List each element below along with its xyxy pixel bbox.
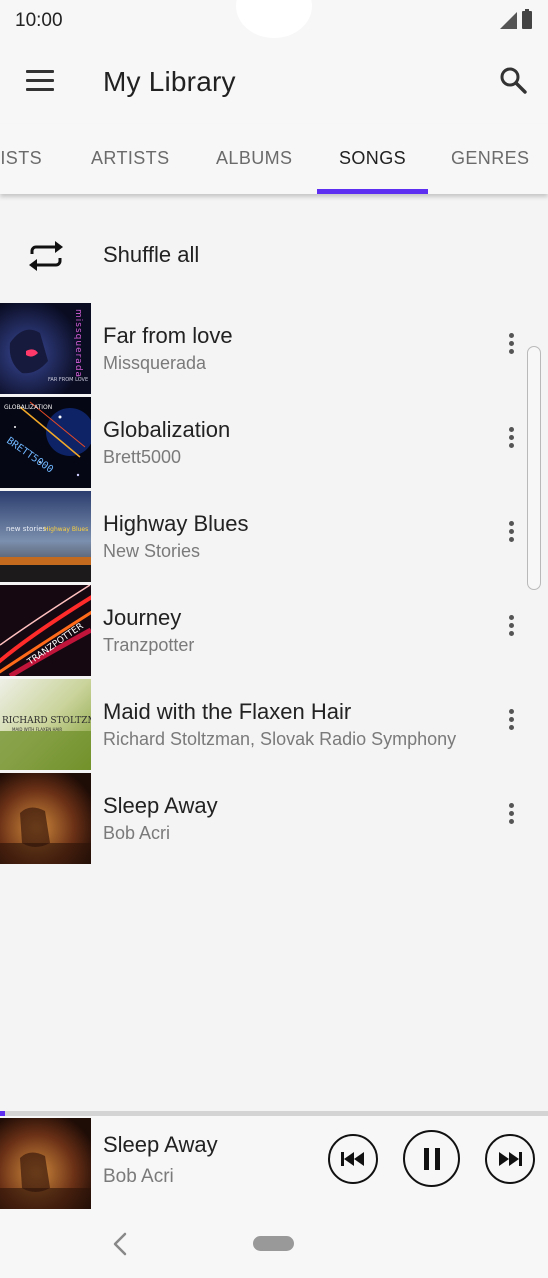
svg-text:new stories: new stories [6, 525, 46, 533]
more-options-icon[interactable] [499, 709, 523, 737]
now-playing-bar[interactable]: Sleep Away Bob Acri [0, 1116, 548, 1210]
svg-text:MAID WITH FLAXEN HAIR: MAID WITH FLAXEN HAIR [12, 727, 62, 732]
now-playing-cover [0, 1118, 91, 1209]
back-icon[interactable] [108, 1230, 132, 1258]
more-options-icon[interactable] [499, 427, 523, 455]
home-pill[interactable] [253, 1236, 294, 1251]
shuffle-repeat-icon [29, 241, 63, 271]
album-cover-maid-with-the-flaxen-hair: RICHARD STOLTZMAN MAID WITH FLAXEN HAIR [0, 679, 91, 770]
more-options-icon[interactable] [499, 615, 523, 643]
song-title: Highway Blues [103, 511, 249, 536]
library-tabs: LISTS ARTISTS ALBUMS SONGS GENRES [0, 124, 548, 194]
song-title: Globalization [103, 417, 231, 442]
signal-icon [500, 12, 517, 29]
song-artist: Missquerada [103, 353, 207, 373]
camera-notch [236, 0, 312, 38]
hamburger-icon[interactable] [26, 70, 54, 92]
tab-albums[interactable]: ALBUMS [216, 148, 292, 169]
battery-icon [522, 9, 532, 29]
svg-text:RICHARD STOLTZMAN: RICHARD STOLTZMAN [2, 716, 91, 726]
more-options-icon[interactable] [499, 803, 523, 831]
app-bar: My Library [0, 40, 548, 124]
svg-text:missquerada: missquerada [73, 309, 83, 378]
song-artist: Tranzpotter [103, 635, 195, 655]
song-row-sleep-away[interactable]: Sleep Away Bob Acri [0, 773, 548, 867]
now-playing-artist: Bob Acri [103, 1166, 174, 1187]
previous-button[interactable] [328, 1134, 378, 1184]
svg-text:FAR FROM LOVE: FAR FROM LOVE [48, 377, 88, 383]
album-cover-highway-blues: new stories Highway Blues [0, 491, 91, 582]
list-scrollbar[interactable] [527, 346, 541, 590]
song-row-maid-with-the-flaxen-hair[interactable]: RICHARD STOLTZMAN MAID WITH FLAXEN HAIR … [0, 679, 548, 773]
svg-text:Highway Blues: Highway Blues [44, 526, 88, 533]
tab-playlists[interactable]: LISTS [0, 148, 42, 169]
shuffle-all-label: Shuffle all [103, 242, 200, 267]
status-time: 10:00 [15, 10, 63, 31]
song-row-highway-blues[interactable]: new stories Highway Blues Highway Blues … [0, 491, 548, 585]
next-button[interactable] [485, 1134, 535, 1184]
song-title: Sleep Away [103, 793, 218, 818]
tab-genres[interactable]: GENRES [451, 148, 529, 169]
album-cover-globalization: GLOBALIZATION BRETT5000 [0, 397, 91, 488]
pause-button[interactable] [403, 1130, 460, 1187]
song-artist: Richard Stoltzman, Slovak Radio Symphony [103, 729, 457, 749]
system-nav-bar [0, 1210, 548, 1278]
active-tab-indicator [317, 189, 428, 194]
tab-songs[interactable]: SONGS [339, 148, 406, 169]
song-list[interactable]: Shuffle all missquerada FAR FROM LOVE Fa… [0, 194, 548, 1112]
song-row-journey[interactable]: TRANZPOTTER Journey Tranzpotter [0, 585, 548, 679]
more-options-icon[interactable] [499, 521, 523, 549]
song-row-globalization[interactable]: GLOBALIZATION BRETT5000 Globalization Br… [0, 397, 548, 491]
status-icons [500, 9, 532, 29]
search-icon[interactable] [499, 66, 527, 94]
song-artist: Bob Acri [103, 823, 171, 843]
song-artist: Brett5000 [103, 447, 182, 467]
song-row-far-from-love[interactable]: missquerada FAR FROM LOVE Far from love … [0, 303, 548, 397]
shuffle-all-button[interactable]: Shuffle all [0, 222, 548, 288]
tab-artists[interactable]: ARTISTS [91, 148, 169, 169]
skip-next-icon [499, 1152, 522, 1166]
skip-previous-icon [341, 1152, 364, 1166]
song-title: Far from love [103, 323, 233, 348]
song-title: Journey [103, 605, 182, 630]
song-artist: New Stories [103, 541, 201, 561]
album-cover-far-from-love: missquerada FAR FROM LOVE [0, 303, 91, 394]
album-cover-sleep-away [0, 773, 91, 864]
svg-text:GLOBALIZATION: GLOBALIZATION [4, 404, 52, 411]
status-bar: 10:00 [0, 0, 548, 40]
now-playing-title: Sleep Away [103, 1132, 218, 1157]
album-cover-journey: TRANZPOTTER [0, 585, 91, 676]
song-title: Maid with the Flaxen Hair [103, 699, 352, 724]
page-title: My Library [103, 66, 236, 97]
pause-icon [423, 1147, 440, 1170]
more-options-icon[interactable] [499, 333, 523, 361]
